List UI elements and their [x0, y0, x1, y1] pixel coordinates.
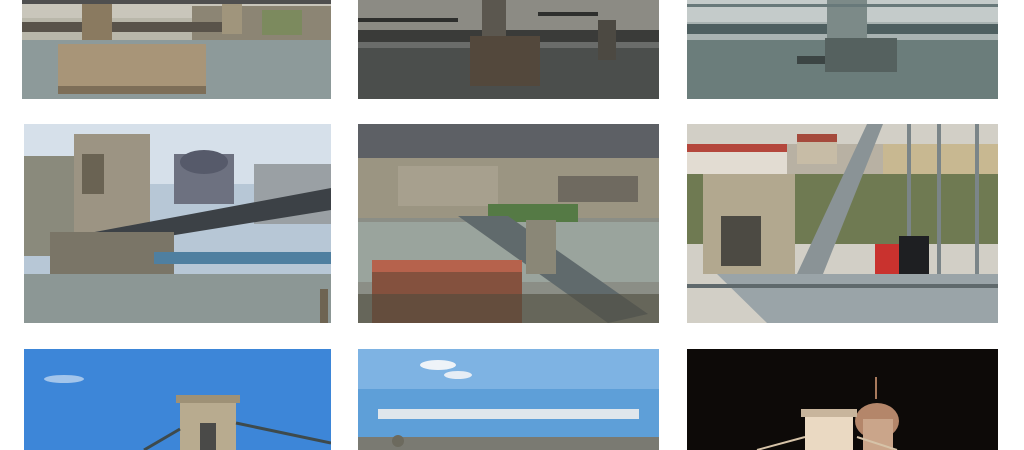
bridge-night-photo-9 [687, 349, 998, 450]
gallery-thumbnail-6[interactable] [687, 124, 998, 323]
gallery-thumbnail-9[interactable] [687, 349, 998, 450]
gallery-thumbnail-2[interactable] [358, 0, 659, 99]
gallery-thumbnail-5[interactable] [358, 124, 659, 323]
gallery-thumbnail-7[interactable] [24, 349, 331, 450]
city-photo-8 [358, 349, 659, 450]
bridge-photo-5 [358, 124, 659, 323]
gallery-thumbnail-8[interactable] [358, 349, 659, 450]
bridge-photo-1 [22, 0, 331, 99]
bridge-photo-7 [24, 349, 331, 450]
bridge-photo-3 [687, 0, 998, 99]
gallery-thumbnail-1[interactable] [22, 0, 331, 99]
bridge-photo-2 [358, 0, 659, 99]
gallery-thumbnail-4[interactable] [24, 124, 331, 323]
bridge-photo-4 [24, 124, 331, 323]
gallery-thumbnail-3[interactable] [687, 0, 998, 99]
bridge-photo-6 [687, 124, 998, 323]
